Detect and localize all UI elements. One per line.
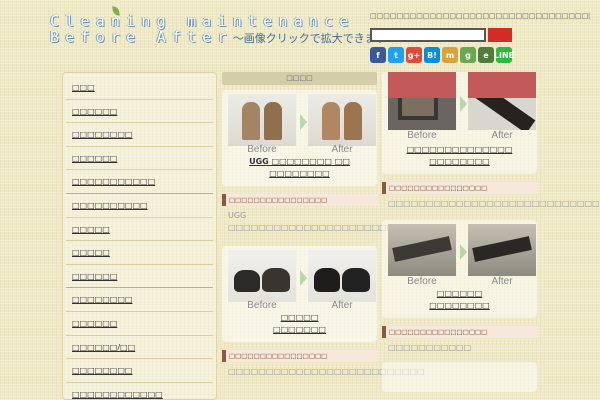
- before-photo[interactable]: [228, 94, 296, 146]
- before-caption: Before: [407, 130, 437, 141]
- before-after-pair[interactable]: Before After: [226, 94, 376, 156]
- before-photo[interactable]: [228, 250, 296, 302]
- arrow-right-icon: [300, 114, 307, 130]
- line-icon[interactable]: LINE: [494, 47, 514, 63]
- case-description: □□□□□□□□□□□□□□□□□□□□□□□□□□: [228, 367, 425, 376]
- search-bar: [370, 28, 590, 42]
- case-title[interactable]: UGG □□□□□□□□ □□ □□□□□□□□: [226, 156, 373, 180]
- case-title[interactable]: □□□□□□ □□□□□□□□: [386, 288, 533, 312]
- sidebar-item[interactable]: □□□□□□: [66, 147, 213, 171]
- google-plus-icon[interactable]: g+: [406, 47, 422, 63]
- middle-column: □□□□ Before After UGG □□□□□□□□ □□ □□□□□□…: [222, 72, 455, 382]
- sidebar-item[interactable]: □□□□□□: [66, 312, 213, 336]
- sidebar-item[interactable]: □□□□□: [66, 218, 213, 242]
- before-photo[interactable]: [388, 224, 456, 276]
- social-buttons: f t g+ B! m g e LINE: [370, 47, 590, 63]
- search-input[interactable]: [370, 28, 486, 42]
- site-title-line2: Before After〜画像クリックで拡大できます〜: [50, 28, 398, 46]
- right-column: Before After □□□□□□□□□□□□□□ □□□□□□□□ □□□…: [382, 72, 600, 392]
- after-photo[interactable]: [468, 72, 536, 98]
- before-caption: Before: [247, 300, 277, 311]
- case-card[interactable]: Before After □□□□□□ □□□□□□□□: [382, 220, 537, 318]
- after-caption: After: [331, 144, 353, 155]
- after-photo[interactable]: [468, 224, 536, 276]
- sidebar-item[interactable]: □□□□□□□□□□□□: [66, 383, 213, 400]
- arrow-right-icon: [300, 270, 307, 286]
- case-label-bar: □□□□□□□□□□□□□□□□: [382, 326, 537, 338]
- case-title[interactable]: □□□□□ □□□□□□□: [226, 312, 373, 336]
- case-card[interactable]: Before After UGG □□□□□□□□ □□ □□□□□□□□: [222, 90, 377, 186]
- case-label-bar: □□□□□□□□□□□□□□□□: [222, 350, 377, 362]
- before-caption: Before: [407, 276, 437, 287]
- sidebar-item[interactable]: □□□: [66, 76, 213, 100]
- header-right: □□□□□□□□□□□□□□□□□□□□□□□□□□□□□□□□□□! f t g+…: [370, 12, 590, 63]
- google-icon[interactable]: g: [460, 47, 476, 63]
- sidebar-item[interactable]: □□□□□: [66, 241, 213, 265]
- twitter-icon[interactable]: t: [388, 47, 404, 63]
- case-card[interactable]: [382, 72, 537, 392]
- arrow-right-icon: [460, 244, 467, 260]
- before-photo[interactable]: [388, 72, 456, 98]
- sidebar-item[interactable]: □□□□□□□□: [66, 359, 213, 383]
- sidebar-item[interactable]: □□□□□□□□□□: [66, 194, 213, 218]
- case-label-bar: □□□□□□□□□□□□□□□□: [382, 182, 537, 194]
- evernote-icon[interactable]: e: [478, 47, 494, 63]
- sidebar-item[interactable]: □□□□□□□□: [66, 288, 213, 312]
- case-title[interactable]: □□□□□□□□□□□□□□ □□□□□□□□: [386, 144, 533, 168]
- case-description: □□□□□□□□□□□: [388, 343, 472, 352]
- hatena-icon[interactable]: B!: [424, 47, 440, 63]
- case-description: UGG □□□□□□□□□□□□□□□□□□□□□□□□□□□□□□: [228, 211, 455, 232]
- sidebar-item[interactable]: □□□□□□: [66, 100, 213, 124]
- after-photo[interactable]: [308, 94, 376, 146]
- arrow-right-icon: [460, 96, 467, 112]
- before-after-pair[interactable]: Before After: [386, 224, 536, 288]
- header-notice: □□□□□□□□□□□□□□□□□□□□□□□□□□□□□□□□□□!: [370, 12, 590, 20]
- sidebar-nav: □□□ □□□□□□ □□□□□□□□ □□□□□□ □□□□□□□□□□□ □□□□□□…: [62, 72, 217, 400]
- case-card[interactable]: Before After □□□□□ □□□□□□□: [222, 246, 377, 342]
- sidebar-item[interactable]: □□□□□□/□□: [66, 336, 213, 360]
- sidebar-item[interactable]: □□□□□□□□: [66, 123, 213, 147]
- after-caption: After: [491, 276, 513, 287]
- after-caption: After: [331, 300, 353, 311]
- case-description: □□□□□□□□□□□□□□□□□□□□□□□□□□□□□: [388, 199, 600, 208]
- after-photo[interactable]: [308, 250, 376, 302]
- case-label-bar: □□□□□□□□□□□□□□□□: [222, 194, 377, 206]
- before-caption: Before: [247, 144, 277, 155]
- mixi-icon[interactable]: m: [442, 47, 458, 63]
- sidebar-item[interactable]: □□□□□□: [66, 265, 213, 289]
- sidebar-item[interactable]: □□□□□□□□□□□: [66, 170, 213, 194]
- after-caption: After: [491, 130, 513, 141]
- section-heading: □□□□: [222, 72, 377, 85]
- search-button[interactable]: [488, 28, 512, 42]
- facebook-icon[interactable]: f: [370, 47, 386, 63]
- site-title[interactable]: Cleaning maintenance Before After〜画像クリック…: [50, 13, 398, 47]
- before-after-pair[interactable]: Before After: [226, 250, 376, 312]
